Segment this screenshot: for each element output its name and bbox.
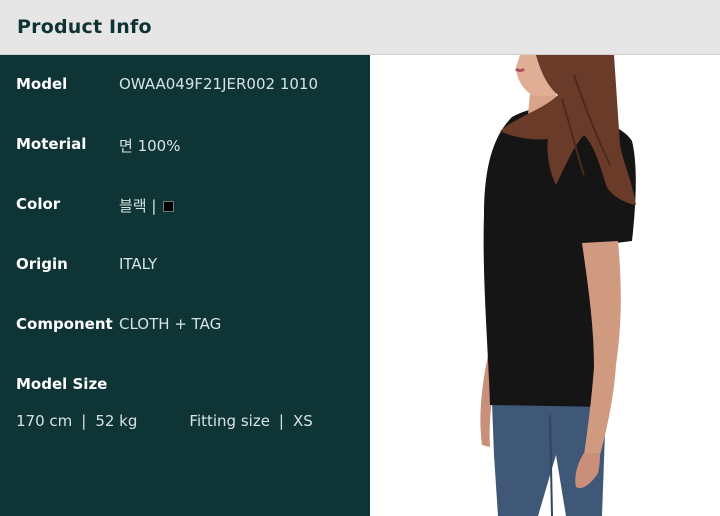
- spec-row-component: Component CLOTH + TAG: [0, 312, 370, 336]
- model-weight: 52 kg: [95, 412, 138, 430]
- spec-label: Color: [16, 195, 61, 213]
- spec-value: ITALY: [119, 255, 158, 273]
- spec-label: Origin: [16, 255, 68, 273]
- spec-row-color: Color 블랙 |: [0, 192, 370, 216]
- size-separator: |: [278, 412, 284, 430]
- spec-value-wrap: 블랙 |: [119, 195, 175, 216]
- size-separator: |: [81, 412, 87, 430]
- product-info-header: Product Info: [0, 0, 720, 55]
- spec-label: Moterial: [16, 135, 87, 153]
- spec-label: Model: [16, 75, 68, 93]
- spec-row-model-size: Model Size: [0, 372, 370, 396]
- fitting-size-label: Fitting size: [189, 412, 270, 430]
- model-size-label: Model Size: [16, 375, 108, 393]
- model-illustration: [480, 55, 636, 516]
- color-swatch: [163, 201, 175, 212]
- spec-value: 면 100%: [119, 137, 181, 155]
- spec-panel: Model OWAA049F21JER002 1010 Moterial 면 1…: [0, 55, 370, 516]
- model-height: 170 cm: [16, 412, 73, 430]
- model-size-values: 170 cm | 52 kg Fitting size | XS: [16, 412, 366, 430]
- spec-value: CLOTH + TAG: [119, 315, 222, 333]
- spec-label: Component: [16, 315, 113, 333]
- spec-row-material: Moterial 면 100%: [0, 132, 370, 156]
- spec-row-origin: Origin ITALY: [0, 252, 370, 276]
- spec-row-model: Model OWAA049F21JER002 1010: [0, 72, 370, 96]
- fitting-size-value: XS: [292, 412, 313, 430]
- spec-value: 블랙 |: [119, 197, 157, 215]
- header-title: Product Info: [17, 16, 152, 38]
- spec-value: OWAA049F21JER002 1010: [119, 75, 318, 93]
- model-photo: [370, 55, 720, 516]
